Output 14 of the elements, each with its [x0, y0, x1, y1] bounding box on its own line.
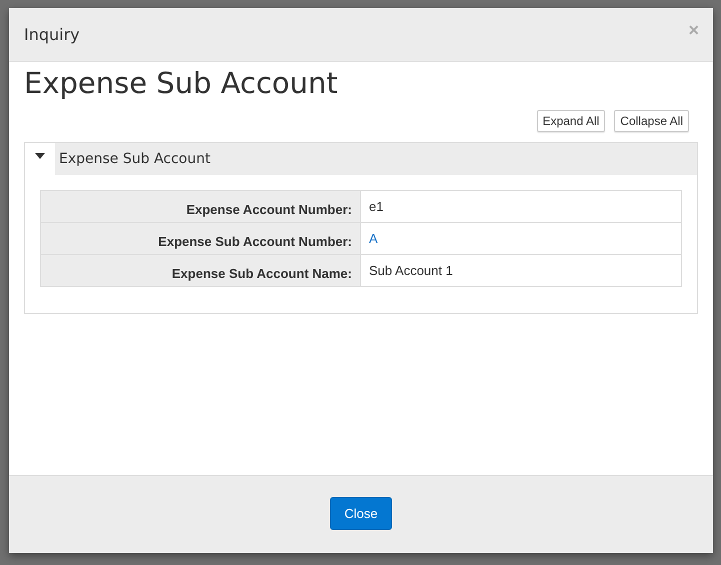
dialog-title: Inquiry [24, 25, 80, 44]
field-label: Expense Sub Account Name: [40, 254, 360, 286]
field-label: Expense Account Number: [40, 190, 360, 222]
close-button[interactable]: Close [330, 497, 392, 530]
value-link[interactable]: A [369, 231, 378, 246]
field-value: Sub Account 1 [369, 263, 453, 278]
toolbar-button[interactable]: Collapse All [614, 110, 689, 132]
toggle-button[interactable] [25, 143, 55, 175]
field-value: e1 [369, 199, 384, 214]
section-title: Expense Sub Account [58, 150, 210, 169]
toolbar-button[interactable]: Expand All [536, 110, 606, 132]
caret-icon [35, 153, 45, 159]
page-heading: Expense Sub Account [24, 66, 338, 100]
field-label: Expense Sub Account Number: [40, 222, 360, 254]
